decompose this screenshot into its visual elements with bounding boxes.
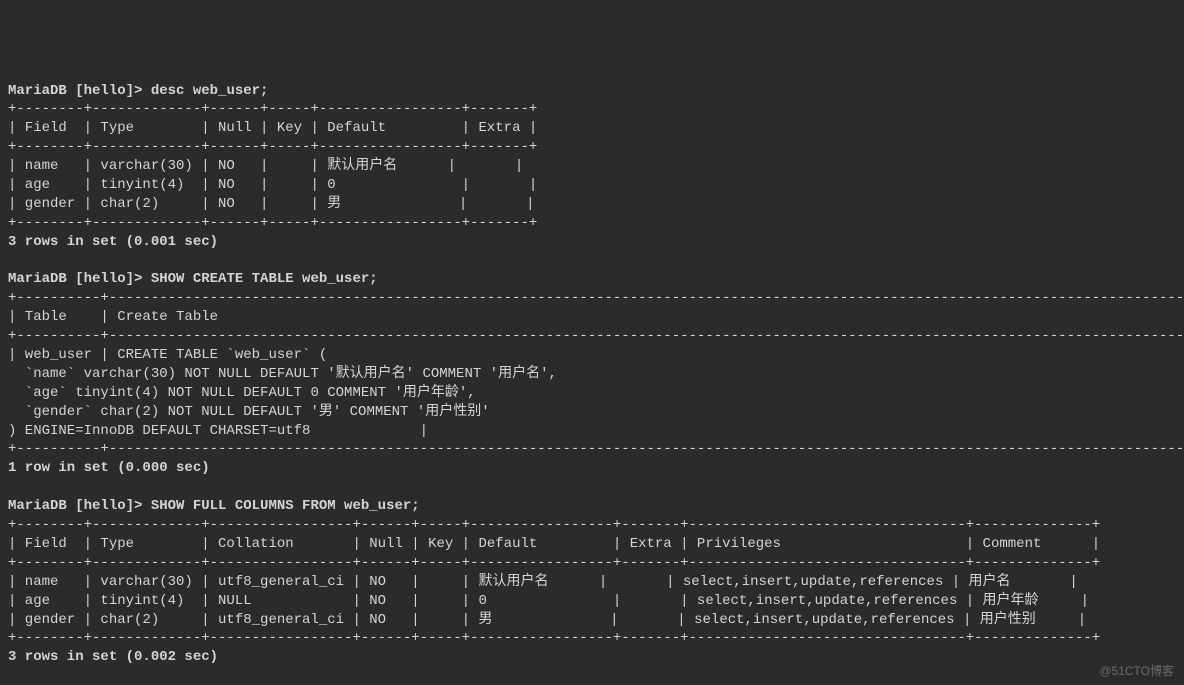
create-row: `gender` char(2) NOT NULL DEFAULT '男' CO… xyxy=(8,404,490,420)
create-border-top: +----------+----------------------------… xyxy=(8,290,1184,306)
prompt: MariaDB [hello]> xyxy=(8,271,151,287)
desc-footer: 3 rows in set (0.001 sec) xyxy=(8,234,218,250)
full-header: | Field | Type | Collation | Null | Key … xyxy=(8,536,1100,552)
desc-row: | gender | char(2) | NO | | 男 | | xyxy=(8,196,534,212)
desc-border-bot: +--------+-------------+------+-----+---… xyxy=(8,215,537,231)
create-row: | web_user | CREATE TABLE `web_user` ( xyxy=(8,347,327,363)
prompt: MariaDB [hello]> xyxy=(8,83,151,99)
command-show-create: SHOW CREATE TABLE web_user; xyxy=(151,271,378,287)
create-row: `age` tinyint(4) NOT NULL DEFAULT 0 COMM… xyxy=(8,385,476,401)
desc-row: | name | varchar(30) | NO | | 默认用户名 | | xyxy=(8,158,523,174)
create-border-bot: +----------+----------------------------… xyxy=(8,441,1184,457)
create-row: `name` varchar(30) NOT NULL DEFAULT '默认用… xyxy=(8,366,557,382)
prompt: MariaDB [hello]> xyxy=(8,498,151,514)
full-row: | name | varchar(30) | utf8_general_ci |… xyxy=(8,574,1078,590)
desc-row: | age | tinyint(4) | NO | | 0 | | xyxy=(8,177,537,193)
create-footer: 1 row in set (0.000 sec) xyxy=(8,460,210,476)
create-row: ) ENGINE=InnoDB DEFAULT CHARSET=utf8 | xyxy=(8,423,428,439)
command-desc: desc web_user; xyxy=(151,83,269,99)
full-footer: 3 rows in set (0.002 sec) xyxy=(8,649,218,665)
command-show-full: SHOW FULL COLUMNS FROM web_user; xyxy=(151,498,420,514)
create-border-mid: +----------+----------------------------… xyxy=(8,328,1184,344)
full-border-mid: +--------+-------------+----------------… xyxy=(8,555,1100,571)
full-border-top: +--------+-------------+----------------… xyxy=(8,517,1100,533)
full-row: | age | tinyint(4) | NULL | NO | | 0 | |… xyxy=(8,593,1089,609)
desc-border-mid: +--------+-------------+------+-----+---… xyxy=(8,139,537,155)
desc-border-top: +--------+-------------+------+-----+---… xyxy=(8,101,537,117)
create-header: | Table | Create Table | xyxy=(8,309,1184,325)
full-row: | gender | char(2) | utf8_general_ci | N… xyxy=(8,612,1086,628)
full-border-bot: +--------+-------------+----------------… xyxy=(8,630,1100,646)
desc-header: | Field | Type | Null | Key | Default | … xyxy=(8,120,537,136)
watermark: @51CTO博客 xyxy=(1099,663,1174,679)
